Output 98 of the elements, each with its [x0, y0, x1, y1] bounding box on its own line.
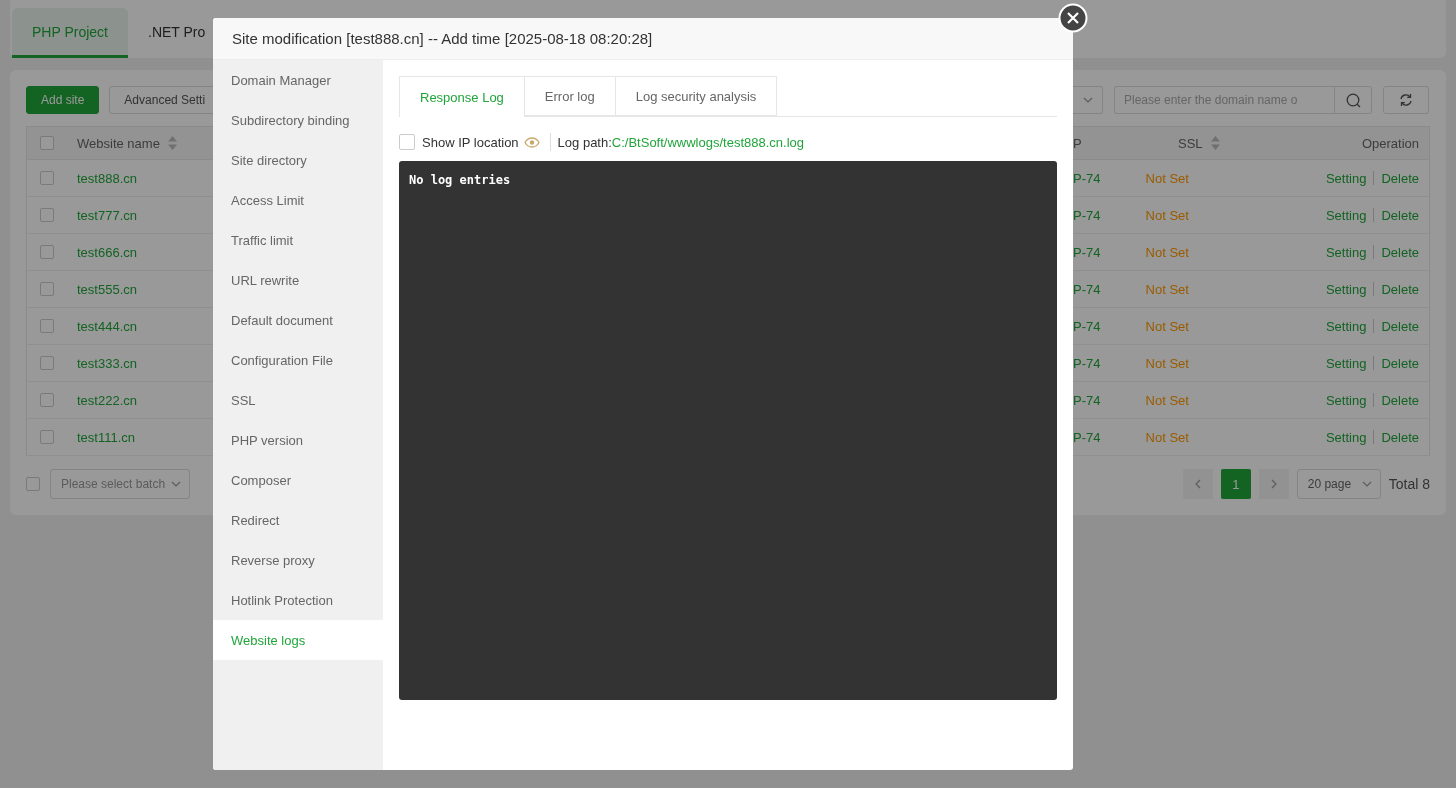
- chevron-left-icon: [1194, 479, 1201, 489]
- search-button[interactable]: [1334, 86, 1372, 114]
- row-checkbox[interactable]: [40, 356, 54, 370]
- php-version-link[interactable]: P-74: [1073, 355, 1101, 371]
- site-name-link[interactable]: test888.cn: [77, 170, 137, 186]
- ssl-status[interactable]: Not Set: [1145, 207, 1189, 223]
- column-header: SSL: [1178, 135, 1203, 151]
- action-link[interactable]: Setting: [1325, 170, 1367, 186]
- dialog-title: Site modification [test888.cn] -- Add time [2025-08-18 08:20:28]: [232, 30, 653, 47]
- ssl-status[interactable]: Not Set: [1145, 392, 1189, 408]
- log-tab[interactable]: Log security analysis: [614, 76, 778, 116]
- ssl-status[interactable]: Not Set: [1145, 244, 1189, 260]
- log-path-label: Log path:: [557, 134, 612, 150]
- sidebar-item[interactable]: Default document: [213, 300, 383, 340]
- php-version-link[interactable]: P-74: [1073, 429, 1101, 445]
- log-tab[interactable]: Error log: [523, 76, 615, 116]
- action-link[interactable]: Delete: [1381, 281, 1419, 297]
- log-tab[interactable]: Response Log: [399, 76, 524, 117]
- show-ip-label[interactable]: Show IP location: [422, 134, 519, 150]
- row-checkbox[interactable]: [40, 430, 54, 444]
- ssl-status[interactable]: Not Set: [1145, 355, 1189, 371]
- ssl-status[interactable]: Not Set: [1145, 170, 1189, 186]
- action-link[interactable]: Delete: [1381, 318, 1419, 334]
- action-link[interactable]: Setting: [1325, 244, 1367, 260]
- action-link[interactable]: Setting: [1325, 355, 1367, 371]
- row-checkbox[interactable]: [40, 245, 54, 259]
- chevron-down-icon: [171, 481, 182, 487]
- row-checkbox[interactable]: [40, 208, 54, 222]
- action-link[interactable]: Delete: [1381, 429, 1419, 445]
- search-icon: [1345, 92, 1361, 108]
- sidebar-item[interactable]: SSL: [213, 380, 383, 420]
- sidebar-item[interactable]: Traffic limit: [213, 220, 383, 260]
- project-tab[interactable]: PHP Project: [12, 8, 128, 58]
- ssl-status[interactable]: Not Set: [1145, 318, 1189, 334]
- sidebar-item[interactable]: Composer: [213, 460, 383, 500]
- show-ip-checkbox[interactable]: [399, 134, 415, 150]
- site-name-link[interactable]: test555.cn: [77, 281, 137, 297]
- page-button[interactable]: 1: [1220, 469, 1251, 499]
- column-header: P: [1073, 135, 1083, 151]
- chevron-down-icon: [1082, 97, 1093, 103]
- action-link[interactable]: Setting: [1325, 429, 1367, 445]
- site-name-link[interactable]: test333.cn: [77, 355, 137, 371]
- action-link[interactable]: Setting: [1325, 318, 1367, 334]
- add-site-button[interactable]: Add site: [26, 86, 100, 114]
- site-name-link[interactable]: test222.cn: [77, 392, 137, 408]
- previous-page-button[interactable]: [1182, 469, 1213, 499]
- php-version-link[interactable]: P-74: [1073, 170, 1101, 186]
- php-version-link[interactable]: P-74: [1073, 207, 1101, 223]
- sidebar-item[interactable]: Redirect: [213, 500, 383, 540]
- batch-select[interactable]: Please select batch: [50, 469, 191, 499]
- action-link[interactable]: Delete: [1381, 244, 1419, 260]
- log-path-link[interactable]: C:/BtSoft/wwwlogs/test888.cn.log: [611, 134, 805, 150]
- sidebar-item[interactable]: Configuration File: [213, 340, 383, 380]
- ssl-status[interactable]: Not Set: [1145, 281, 1189, 297]
- refresh-button[interactable]: [1383, 86, 1429, 114]
- php-version-link[interactable]: P-74: [1073, 244, 1101, 260]
- eye-icon[interactable]: [523, 136, 540, 148]
- site-name-link[interactable]: test777.cn: [77, 207, 137, 223]
- refresh-icon: [1399, 93, 1413, 107]
- site-name-link[interactable]: test111.cn: [77, 429, 136, 445]
- batch-checkbox[interactable]: [26, 477, 40, 491]
- column-header: Website name: [77, 135, 160, 151]
- action-link[interactable]: Delete: [1381, 170, 1419, 186]
- sidebar-item[interactable]: PHP version: [213, 420, 383, 460]
- chevron-down-icon: [1361, 481, 1372, 487]
- action-link[interactable]: Delete: [1381, 355, 1419, 371]
- action-link[interactable]: Setting: [1325, 281, 1367, 297]
- php-version-link[interactable]: P-74: [1073, 281, 1101, 297]
- action-link[interactable]: Delete: [1381, 207, 1419, 223]
- ssl-status[interactable]: Not Set: [1145, 429, 1189, 445]
- row-checkbox[interactable]: [40, 319, 54, 333]
- sidebar-item[interactable]: URL rewrite: [213, 260, 383, 300]
- page-size-select[interactable]: 20 page: [1296, 469, 1381, 499]
- total-count: Total 8: [1388, 476, 1430, 492]
- sort-icon[interactable]: [1210, 136, 1220, 150]
- sidebar-item[interactable]: Website logs: [213, 620, 383, 660]
- site-name-link[interactable]: test666.cn: [77, 244, 137, 260]
- php-version-link[interactable]: P-74: [1073, 318, 1101, 334]
- site-name-link[interactable]: test444.cn: [77, 318, 137, 334]
- sidebar-item[interactable]: Site directory: [213, 140, 383, 180]
- close-icon[interactable]: [1058, 3, 1088, 33]
- chevron-right-icon: [1270, 479, 1277, 489]
- select-all-checkbox[interactable]: [40, 136, 54, 150]
- sidebar-item[interactable]: Reverse proxy: [213, 540, 383, 580]
- php-version-link[interactable]: P-74: [1073, 392, 1101, 408]
- row-checkbox[interactable]: [40, 393, 54, 407]
- sidebar-item[interactable]: Hotlink Protection: [213, 580, 383, 620]
- row-checkbox[interactable]: [40, 282, 54, 296]
- log-text: No log entries: [409, 173, 511, 187]
- action-link[interactable]: Setting: [1325, 207, 1367, 223]
- action-link[interactable]: Setting: [1325, 392, 1367, 408]
- sort-icon[interactable]: [167, 136, 177, 150]
- column-header: Operation: [1361, 135, 1419, 151]
- sidebar-item[interactable]: Access Limit: [213, 180, 383, 220]
- next-page-button[interactable]: [1258, 469, 1289, 499]
- filter-dropdown[interactable]: [1073, 86, 1103, 114]
- action-link[interactable]: Delete: [1381, 392, 1419, 408]
- row-checkbox[interactable]: [40, 171, 54, 185]
